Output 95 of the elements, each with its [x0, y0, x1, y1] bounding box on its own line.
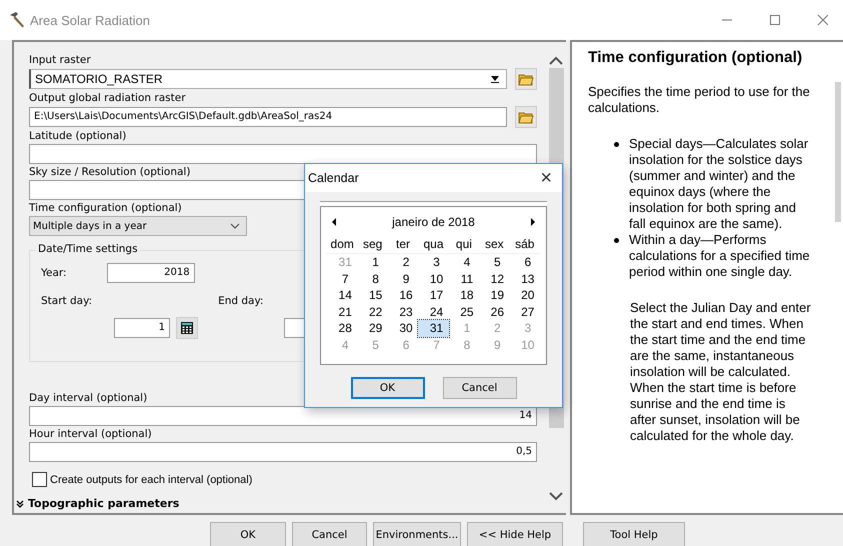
chevron-down-icon: [230, 223, 240, 229]
help-bullet: Within a day—Performs calculations for a specified time period within one single day.: [629, 232, 811, 280]
field-label: Day interval (optional): [29, 392, 148, 405]
previous-month-icon[interactable]: [331, 217, 337, 227]
start-day-field[interactable]: 1: [114, 318, 170, 338]
calendar-day[interactable]: 22: [357, 304, 388, 320]
field-label: Sky size / Resolution (optional): [29, 166, 190, 179]
calendar-day[interactable]: 14: [327, 287, 358, 304]
dialog-button[interactable]: Cancel: [442, 376, 516, 399]
latitude-field[interactable]: [29, 144, 537, 164]
hammer-icon: [8, 11, 26, 29]
month-title: janeiro de 2018: [392, 215, 475, 229]
next-month-icon[interactable]: [530, 217, 536, 227]
calendar-day[interactable]: 4: [448, 254, 480, 271]
scrollbar-thumb[interactable]: [835, 82, 841, 222]
calendar-day[interactable]: 26: [479, 304, 510, 320]
calendar-day[interactable]: 23: [388, 304, 418, 320]
weekday-label: sex: [484, 237, 505, 251]
hour-interval-field[interactable]: 0,5: [29, 442, 537, 462]
scroll-down-icon[interactable]: [549, 491, 563, 501]
checkbox[interactable]: [32, 472, 47, 487]
calendar-day[interactable]: 17: [418, 287, 449, 304]
help-text: Specifies the time period to use for the calculations.: [588, 84, 811, 116]
field-label: Hour interval (optional): [29, 428, 152, 441]
weekday-label: seg: [362, 237, 384, 251]
year-field[interactable]: 2018: [106, 263, 195, 283]
day-interval-field[interactable]: 14: [29, 406, 537, 426]
calendar-day[interactable]: 10: [418, 270, 449, 288]
calendar-day[interactable]: 9: [388, 270, 418, 288]
bullet-icon: [614, 142, 619, 147]
output-raster-field[interactable]: E:\Users\Lais\Documents\ArcGIS\Default.gdb\AreaSol_ras24: [29, 107, 507, 127]
calendar-day[interactable]: 12: [479, 270, 510, 288]
calendar-day[interactable]: 27: [510, 304, 540, 320]
section-header[interactable]: Topographic parameters: [28, 497, 180, 510]
calendar-day[interactable]: 31: [418, 320, 449, 337]
calendar-day[interactable]: 1: [357, 254, 388, 271]
calendar-day[interactable]: 18: [448, 287, 480, 304]
weekday-label: qua: [422, 237, 444, 251]
dialog-button[interactable]: Cancel: [292, 522, 367, 546]
browse-folder-button[interactable]: [515, 106, 537, 128]
field-label: Time configuration (optional): [29, 202, 182, 215]
end-day-label: End day:: [218, 295, 264, 307]
calendar-day[interactable]: 24: [418, 304, 449, 320]
calendar-day[interactable]: 29: [357, 320, 388, 337]
calendar-day[interactable]: 20: [510, 287, 540, 304]
dialog-title: Calendar: [308, 171, 359, 185]
field-label: Input raster: [29, 54, 91, 67]
start-day-label: Start day:: [41, 295, 92, 307]
field-label: Output global radiation raster: [29, 92, 186, 105]
calendar-day[interactable]: 8: [357, 270, 388, 288]
close-icon[interactable]: [817, 14, 829, 26]
calendar-day[interactable]: 13: [510, 270, 540, 288]
calendar-day[interactable]: 11: [448, 270, 480, 288]
scroll-up-icon[interactable]: [549, 56, 563, 66]
weekday-label: qui: [454, 237, 473, 251]
help-bullet: Special days—Calculates solar insolation for the solstice days (summer and winter) and the equinox days (where the insolation for both spring and fall equinox are the same).: [629, 136, 810, 232]
calendar-day[interactable]: 16: [388, 287, 418, 304]
calendar-day[interactable]: 6: [510, 254, 540, 271]
input-raster-dropdown[interactable]: SOMATORIO_RASTER: [29, 69, 507, 89]
checkbox-label: Create outputs for each interval (optional): [50, 474, 252, 486]
close-button[interactable]: ×: [540, 166, 552, 190]
weekday-label: ter: [395, 237, 412, 251]
dialog-button[interactable]: Environments...: [373, 522, 461, 546]
bullet-icon: [614, 238, 619, 243]
calendar-day[interactable]: 30: [388, 320, 418, 337]
calendar-button[interactable]: [176, 317, 198, 339]
folder-icon: [518, 110, 534, 124]
field-label: Latitude (optional): [29, 130, 126, 143]
year-label: Year:: [41, 267, 67, 279]
calendar-day[interactable]: 7: [327, 270, 358, 288]
browse-folder-button[interactable]: [515, 68, 537, 90]
dialog-button[interactable]: OK: [210, 522, 286, 546]
calendar-day[interactable]: 25: [448, 304, 480, 320]
help-text: Select the Julian Day and enter the start and end times. When the start time and the end time are the same, instantaneous insolation will be calculated. When the start time is before sunrise and the end time is after sunset, insolation will be calculated for the whole day.: [630, 300, 811, 444]
calendar-day[interactable]: 15: [357, 287, 388, 304]
group-title: Date/Time settings: [36, 243, 140, 255]
dialog-button[interactable]: << Hide Help: [467, 522, 563, 546]
expand-chevrons-icon[interactable]: [16, 500, 24, 508]
calendar-day[interactable]: 21: [327, 304, 358, 320]
window-title: Area Solar Radiation: [30, 12, 150, 28]
calendar-day[interactable]: 28: [327, 320, 358, 337]
dialog-button[interactable]: OK: [350, 376, 424, 399]
help-title: Time configuration (optional): [588, 48, 804, 68]
calendar-day[interactable]: 5: [479, 254, 510, 271]
dropdown-arrow-icon: [490, 75, 500, 83]
maximize-icon[interactable]: [769, 14, 781, 26]
folder-icon: [518, 72, 534, 86]
calendar-day[interactable]: 3: [418, 254, 449, 271]
dialog-button[interactable]: Tool Help: [583, 522, 685, 546]
calendar-icon: [180, 321, 194, 335]
weekday-label: dom: [330, 237, 355, 251]
time-configuration-dropdown[interactable]: Multiple days in a year: [29, 216, 247, 236]
weekday-label: sáb: [514, 237, 536, 251]
calendar-day[interactable]: 19: [479, 287, 510, 304]
calendar-day[interactable]: 2: [388, 254, 418, 271]
